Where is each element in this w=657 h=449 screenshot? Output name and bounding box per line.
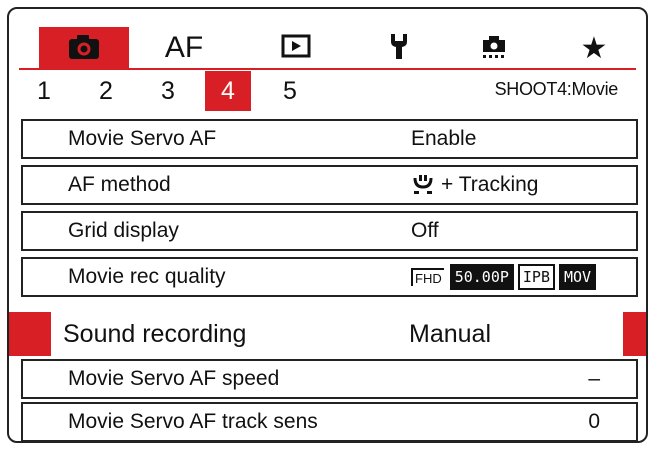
tab-af-label: AF	[164, 31, 204, 64]
tab-af[interactable]: AF	[149, 27, 219, 69]
tab-shooting[interactable]	[39, 27, 129, 69]
menu-row-label: Movie Servo AF track sens	[68, 410, 318, 433]
menu-row-movie-servo-af-track-sens[interactable]: Movie Servo AF track sens 0	[21, 402, 638, 441]
menu-row-label: Movie Servo AF speed	[68, 367, 280, 390]
menu-row-value: Enable	[411, 127, 477, 150]
wrench-icon	[389, 32, 409, 65]
camera-menu-screen: AF ★ 1 2 3 4 5 SHOOT4:Movie Movie Servo …	[7, 7, 648, 443]
menu-row-label: Movie rec quality	[68, 265, 226, 288]
menu-row-label: Grid display	[68, 219, 179, 242]
tab-playback[interactable]	[271, 27, 321, 69]
menu-row-value: + Tracking	[441, 173, 539, 196]
menu-row-value: Manual	[409, 319, 491, 348]
menu-row-af-method[interactable]: AF method + Tracking	[21, 165, 638, 205]
tab-setup[interactable]	[379, 27, 419, 69]
category-tabs: AF ★	[9, 19, 646, 71]
frame-rate-badge: 50.00P	[449, 264, 514, 290]
page-tab-2[interactable]: 2	[83, 71, 129, 111]
page-tab-1[interactable]: 1	[21, 71, 67, 111]
page-tab-4[interactable]: 4	[205, 71, 251, 111]
file-format-badge: MOV	[559, 264, 597, 290]
playback-icon	[281, 34, 311, 63]
menu-row-value-wrap: + Tracking	[411, 167, 538, 203]
menu-row-label: Sound recording	[63, 319, 247, 348]
menu-row-movie-servo-af[interactable]: Movie Servo AF Enable	[21, 119, 638, 159]
compression-badge: IPB	[517, 264, 555, 290]
menu-row-value: 0	[588, 410, 600, 433]
page-tab-3[interactable]: 3	[145, 71, 191, 111]
menu-row-label: AF method	[68, 173, 171, 196]
category-underline	[19, 68, 636, 70]
custom-function-icon	[479, 32, 509, 65]
page-tab-5[interactable]: 5	[267, 71, 313, 111]
camera-icon	[67, 32, 101, 65]
tab-my-menu[interactable]: ★	[569, 27, 619, 69]
menu-row-sound-recording[interactable]: Sound recording Manual	[51, 312, 623, 356]
page-title: SHOOT4:Movie	[494, 79, 619, 99]
menu-row-label: Movie Servo AF	[68, 127, 217, 150]
star-icon: ★	[580, 31, 608, 65]
face-tracking-icon	[411, 174, 435, 196]
fhd-icon: FHD	[411, 268, 444, 286]
movie-quality-badges: FHD 50.00P IPB MOV	[411, 259, 597, 295]
menu-row-movie-rec-quality[interactable]: Movie rec quality FHD 50.00P IPB MOV	[21, 257, 638, 297]
menu-row-value: –	[588, 367, 600, 390]
menu-row-movie-servo-af-speed[interactable]: Movie Servo AF speed –	[21, 359, 638, 399]
tab-custom-functions[interactable]	[469, 27, 519, 69]
menu-row-value: Off	[411, 219, 439, 242]
menu-row-grid-display[interactable]: Grid display Off	[21, 211, 638, 251]
